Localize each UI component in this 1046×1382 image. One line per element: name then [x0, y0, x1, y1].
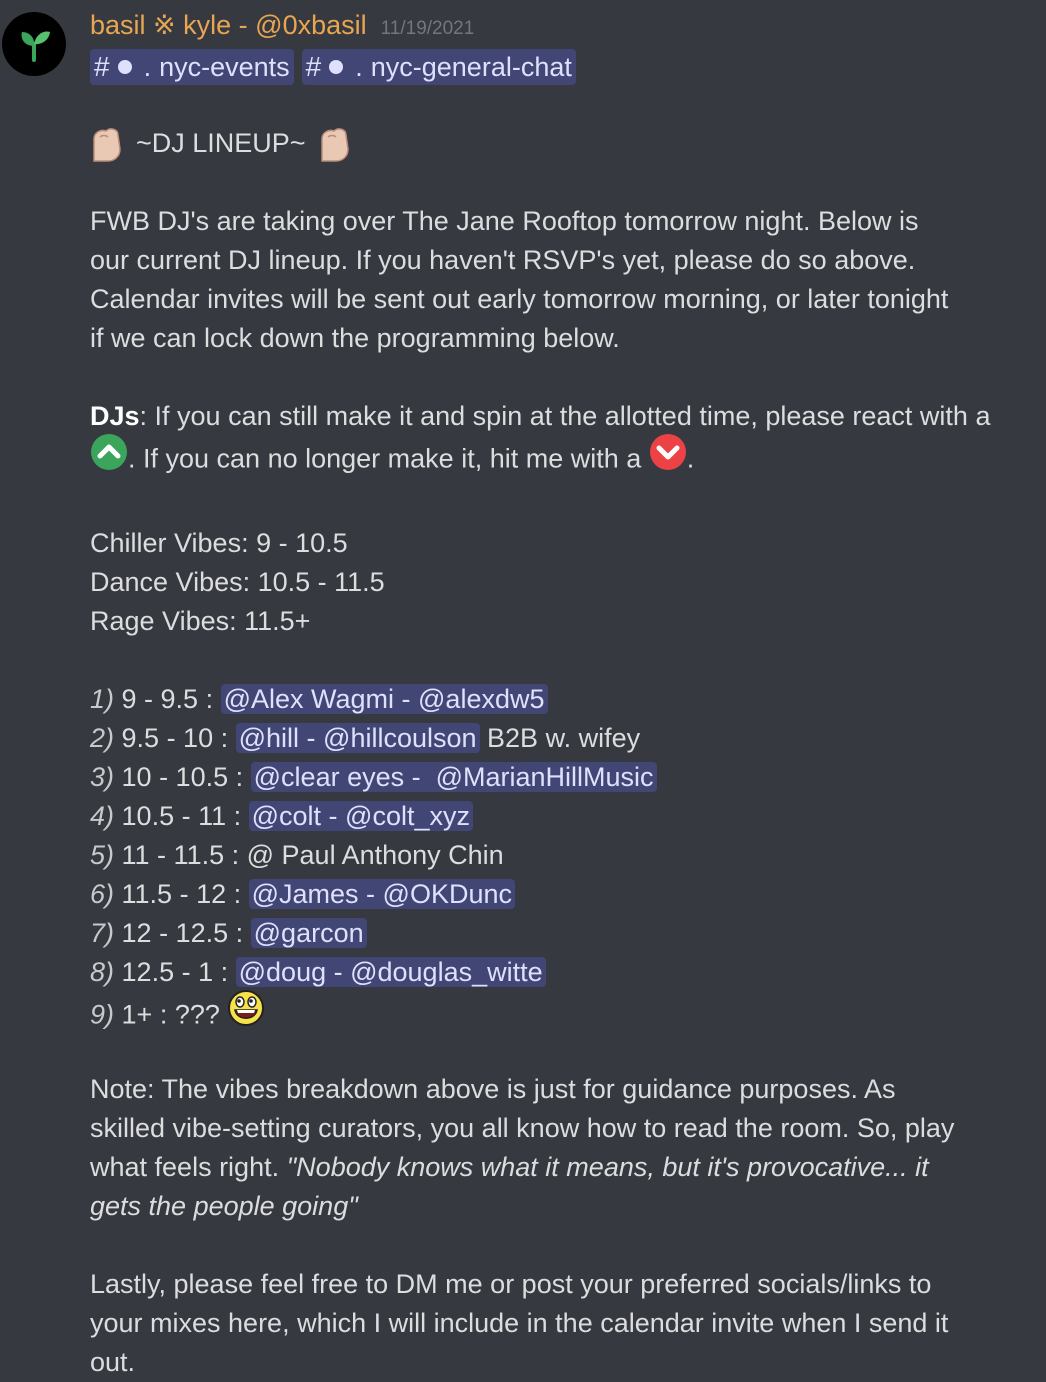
lineup-item: 4) 10.5 - 11 : @colt - @colt_xyz — [90, 797, 1030, 836]
green-up-arrow-icon — [90, 433, 128, 482]
closing-paragraph: Lastly, please feel free to DM me or pos… — [90, 1269, 949, 1377]
intro-paragraph: FWB DJ's are taking over The Jane Roofto… — [90, 206, 949, 353]
lineup-item: 7) 12 - 12.5 : @garcon — [90, 914, 1030, 953]
djs-text-3: . — [686, 443, 695, 474]
channel-name: nyc-events — [159, 52, 290, 82]
chat-message: basil ※ kyle - @0xbasil 11/19/2021 # . n… — [0, 0, 1046, 1378]
lineup-time: 10.5 - 11 : — [121, 801, 242, 831]
lineup-number: 9) — [90, 999, 115, 1030]
lineup-number: 8) — [90, 957, 115, 987]
smiley-icon — [117, 60, 132, 74]
lineup-item: 5) 11 - 11.5 : @ Paul Anthony Chin — [90, 836, 1030, 875]
lineup-number: 2) — [90, 723, 115, 753]
hash-icon: # — [94, 51, 110, 82]
channel-name: nyc-general-chat — [370, 52, 572, 82]
author-name[interactable]: basil ※ kyle - @0xbasil — [90, 10, 367, 41]
lineup-time: 12.5 - 1 : — [121, 957, 229, 987]
user-mention[interactable]: @James - @OKDunc — [248, 879, 516, 909]
lineup-number: 5) — [90, 840, 115, 870]
lineup-item: 3) 10 - 10.5 : @clear eyes - @MarianHill… — [90, 758, 1030, 797]
vibe-line: Dance Vibes: 10.5 - 11.5 — [90, 567, 385, 597]
vibe-line: Rage Vibes: 11.5+ — [90, 606, 311, 636]
lineup-item: 2) 9.5 - 10 : @hill - @hillcoulson B2B w… — [90, 719, 1030, 758]
note-paragraph: Note: The vibes breakdown above is just … — [90, 1070, 970, 1226]
lineup-number: 6) — [90, 879, 115, 909]
djs-text-1: : If you can still make it and spin at t… — [139, 401, 991, 431]
plain-mention-text: @ Paul Anthony Chin — [246, 840, 504, 870]
lineup-time: 11.5 - 12 : — [121, 879, 242, 909]
lineup-number: 3) — [90, 762, 115, 792]
user-mention[interactable]: @doug - @douglas_witte — [235, 957, 546, 987]
lineup-number: 4) — [90, 801, 115, 831]
red-down-arrow-icon — [649, 433, 687, 482]
pepe-hand-icon — [93, 127, 121, 162]
pepe-hand-icon — [320, 127, 349, 162]
djs-instructions: DJs: If you can still make it and spin a… — [90, 397, 1030, 485]
lineup-time: 9.5 - 10 : — [121, 723, 229, 753]
lineup-suffix: B2B w. wifey — [479, 723, 641, 753]
user-mention[interactable]: @hill - @hillcoulson — [235, 723, 480, 753]
message-timestamp: 11/19/2021 — [380, 18, 475, 39]
lineup-time: 10 - 10.5 : — [121, 762, 244, 792]
lineup-time: 9 - 9.5 : — [121, 684, 214, 714]
lineup-time: 11 - 11.5 : — [121, 840, 240, 870]
lineup-item: 6) 11.5 - 12 : @James - @OKDunc — [90, 875, 1030, 914]
hash-icon: # — [305, 51, 322, 82]
user-mention[interactable]: @colt - @colt_xyz — [248, 801, 473, 831]
awesome-face-icon — [227, 989, 265, 1038]
message-header: basil ※ kyle - @0xbasil 11/19/2021 — [90, 10, 1030, 48]
sprout-icon — [21, 31, 50, 62]
vibe-line: Chiller Vibes: 9 - 10.5 — [90, 528, 348, 558]
lineup-time: 12 - 12.5 : — [121, 918, 244, 948]
user-mention[interactable]: @Alex Wagmi - @alexdw5 — [220, 684, 548, 714]
lineup-item: 1) 9 - 9.5 : @Alex Wagmi - @alexdw5 — [90, 680, 1030, 719]
djs-text-2: . If you can no longer make it, hit me w… — [128, 443, 642, 474]
channel-mentions: # . nyc-events # . nyc-general-chat — [90, 49, 1030, 87]
djs-label: DJs — [90, 401, 140, 431]
lineup-number: 1) — [90, 684, 115, 714]
avatar[interactable] — [2, 12, 66, 76]
user-mention[interactable]: @clear eyes - @MarianHillMusic — [250, 762, 657, 792]
lineup-number: 7) — [90, 918, 115, 948]
lineup-item: 8) 12.5 - 1 : @doug - @douglas_witte — [90, 953, 1030, 992]
user-mention[interactable]: @garcon — [250, 918, 367, 948]
channel-separator: . — [143, 52, 152, 82]
channel-mention-nyc-events[interactable]: # . nyc-events — [90, 49, 294, 85]
lineup-title: ~DJ LINEUP~ — [90, 124, 1030, 163]
channel-mention-nyc-general-chat[interactable]: # . nyc-general-chat — [301, 49, 576, 85]
title-text: ~DJ LINEUP~ — [136, 128, 306, 158]
channel-separator: . — [355, 52, 363, 82]
lineup-item: 9) 1+ : ??? — [90, 990, 1030, 1031]
message-content: basil ※ kyle - @0xbasil 11/19/2021 # . n… — [90, 10, 1030, 1382]
lineup-time: 1+ : ??? — [121, 999, 220, 1030]
smiley-icon — [329, 60, 344, 74]
